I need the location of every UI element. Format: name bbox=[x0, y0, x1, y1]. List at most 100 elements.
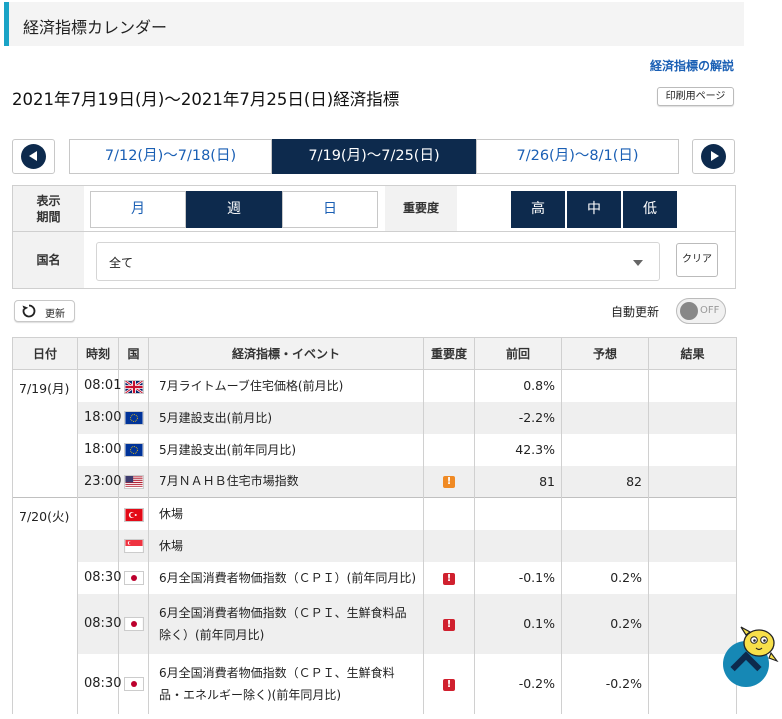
importance-high-button[interactable]: 高 bbox=[511, 191, 565, 228]
display-period-label: 表示 期間 bbox=[13, 186, 84, 231]
event-cell: 休場 bbox=[148, 497, 424, 530]
indicator-guide-link[interactable]: 経済指標の解説 bbox=[650, 57, 734, 74]
result-cell bbox=[648, 497, 737, 530]
time-cell: 08:30 bbox=[77, 561, 121, 594]
previous-cell bbox=[474, 529, 562, 562]
previous-cell: -0.1% bbox=[474, 561, 562, 594]
forecast-cell bbox=[561, 433, 649, 466]
importance-cell bbox=[423, 401, 475, 434]
date-cell: 7/20(火) bbox=[12, 497, 78, 714]
next-week-button[interactable] bbox=[692, 139, 735, 174]
period-day-button[interactable]: 日 bbox=[282, 191, 378, 228]
time-cell: 23:00 bbox=[77, 465, 121, 498]
table-row: 08:30 6月全国消費者物価指数（ＣＰＩ）(前年同月比) ! -0.1% 0.… bbox=[13, 561, 737, 594]
forecast-cell: 0.2% bbox=[561, 593, 649, 654]
result-cell bbox=[648, 593, 737, 654]
week-tab-next[interactable]: 7/26(月)〜8/1(日) bbox=[476, 139, 679, 174]
importance-filter-label: 重要度 bbox=[385, 186, 457, 231]
header-time: 時刻 bbox=[77, 337, 119, 370]
country-filter-label: 国名 bbox=[13, 232, 84, 288]
time-cell bbox=[77, 497, 119, 530]
date-cell: 7/19(月) bbox=[12, 369, 78, 498]
importance-cell bbox=[423, 369, 475, 402]
table-row: 休場 bbox=[13, 529, 737, 562]
arrow-left-icon bbox=[21, 144, 46, 169]
importance-medium-button[interactable]: 中 bbox=[567, 191, 621, 228]
country-select[interactable]: 全て bbox=[96, 242, 660, 281]
prev-week-button[interactable] bbox=[12, 139, 55, 174]
result-cell bbox=[648, 529, 737, 562]
forecast-cell bbox=[561, 401, 649, 434]
forecast-cell: 82 bbox=[561, 465, 649, 498]
table-row: 7/20(火) 休場 bbox=[12, 497, 737, 714]
eu-flag-icon bbox=[123, 411, 144, 426]
importance-high-icon: ! bbox=[443, 618, 455, 631]
period-month-button[interactable]: 月 bbox=[90, 191, 186, 228]
forecast-cell: -0.2% bbox=[561, 653, 649, 714]
header-event: 経済指標・イベント bbox=[148, 337, 424, 370]
calendar-table: 日付 時刻 国 経済指標・イベント 重要度 前回 予想 結果 7/19(月) 0… bbox=[12, 337, 737, 714]
forecast-cell bbox=[561, 529, 649, 562]
arrow-right-icon bbox=[701, 144, 726, 169]
importance-high-icon: ! bbox=[443, 572, 455, 585]
us-flag-icon bbox=[123, 475, 144, 489]
uk-flag-icon bbox=[123, 379, 144, 394]
event-cell: 休場 bbox=[148, 529, 424, 562]
toggle-state: OFF bbox=[700, 305, 720, 316]
filter-panel: 表示 期間 月 週 日 重要度 高 中 低 国名 全て クリア bbox=[12, 185, 736, 289]
clear-button[interactable]: クリア bbox=[676, 243, 718, 277]
turkey-flag-icon bbox=[123, 507, 144, 522]
country-select-value: 全て bbox=[109, 256, 134, 270]
event-cell: 7月ライトムーブ住宅価格(前月比) bbox=[148, 369, 424, 402]
flag-cell bbox=[118, 497, 149, 530]
flag-cell bbox=[118, 593, 149, 654]
result-cell bbox=[648, 465, 737, 498]
table-header-row: 日付 時刻 国 経済指標・イベント 重要度 前回 予想 結果 bbox=[12, 337, 737, 370]
header-result: 結果 bbox=[648, 337, 737, 370]
print-page-button[interactable]: 印刷用ページ bbox=[657, 87, 734, 106]
table-row: 18:00 5月建設支出(前月比) -2.2% bbox=[13, 401, 737, 434]
time-cell: 18:00 bbox=[77, 433, 121, 466]
page-title: 経済指標カレンダー bbox=[23, 18, 168, 37]
time-cell: 18:00 bbox=[77, 401, 121, 434]
event-cell: 6月全国消費者物価指数（ＣＰＩ、生鮮食料品・エネルギー除く)(前年同月比) bbox=[148, 653, 424, 714]
chevron-down-icon bbox=[633, 260, 643, 266]
header-country: 国 bbox=[118, 337, 149, 370]
filter-row-period: 表示 期間 月 週 日 重要度 高 中 低 bbox=[13, 186, 735, 232]
period-week-button[interactable]: 週 bbox=[186, 191, 282, 228]
forecast-cell bbox=[561, 369, 649, 402]
week-tab-current[interactable]: 7/19(月)〜7/25(日) bbox=[272, 139, 476, 174]
japan-flag-icon bbox=[123, 677, 144, 692]
importance-low-button[interactable]: 低 bbox=[623, 191, 677, 228]
refresh-button[interactable]: 更新 bbox=[14, 300, 75, 322]
event-cell: 5月建設支出(前月比) bbox=[148, 401, 424, 434]
importance-cell bbox=[423, 529, 475, 562]
importance-medium-icon: ! bbox=[443, 476, 455, 489]
refresh-label: 更新 bbox=[45, 309, 65, 320]
header-importance: 重要度 bbox=[423, 337, 475, 370]
time-cell: 08:30 bbox=[77, 593, 121, 654]
previous-cell: 0.1% bbox=[474, 593, 562, 654]
event-cell: 6月全国消費者物価指数（ＣＰＩ、生鮮食料品除く）(前年同月比) bbox=[148, 593, 424, 654]
table-row: 18:00 5月建設支出(前年同月比) 42.3% bbox=[13, 433, 737, 466]
event-cell: 5月建設支出(前年同月比) bbox=[148, 433, 424, 466]
event-cell: 6月全国消費者物価指数（ＣＰＩ）(前年同月比) bbox=[148, 561, 424, 594]
table-row: 23:00 7月ＮＡＨＢ住宅市場指数 ! 81 82 bbox=[13, 465, 737, 498]
japan-flag-icon bbox=[123, 617, 144, 632]
auto-update-toggle[interactable]: OFF bbox=[676, 298, 726, 324]
header-previous: 前回 bbox=[474, 337, 562, 370]
forecast-cell: 0.2% bbox=[561, 561, 649, 594]
flag-cell bbox=[118, 561, 149, 594]
event-cell: 7月ＮＡＨＢ住宅市場指数 bbox=[148, 465, 424, 498]
importance-cell: ! bbox=[423, 561, 475, 594]
importance-high-icon: ! bbox=[443, 678, 455, 691]
flag-cell bbox=[118, 433, 149, 466]
previous-cell: -2.2% bbox=[474, 401, 562, 434]
time-cell: 08:30 bbox=[77, 653, 121, 714]
week-tab-prev[interactable]: 7/12(月)〜7/18(日) bbox=[69, 139, 272, 174]
mascot-icon bbox=[740, 626, 779, 663]
singapore-flag-icon bbox=[123, 539, 144, 554]
table-row: 08:30 6月全国消費者物価指数（ＣＰＩ、生鮮食料品・エネルギー除く)(前年同… bbox=[13, 653, 737, 714]
flag-cell bbox=[118, 401, 149, 434]
table-row: 08:30 6月全国消費者物価指数（ＣＰＩ、生鮮食料品除く）(前年同月比) ! … bbox=[13, 593, 737, 654]
